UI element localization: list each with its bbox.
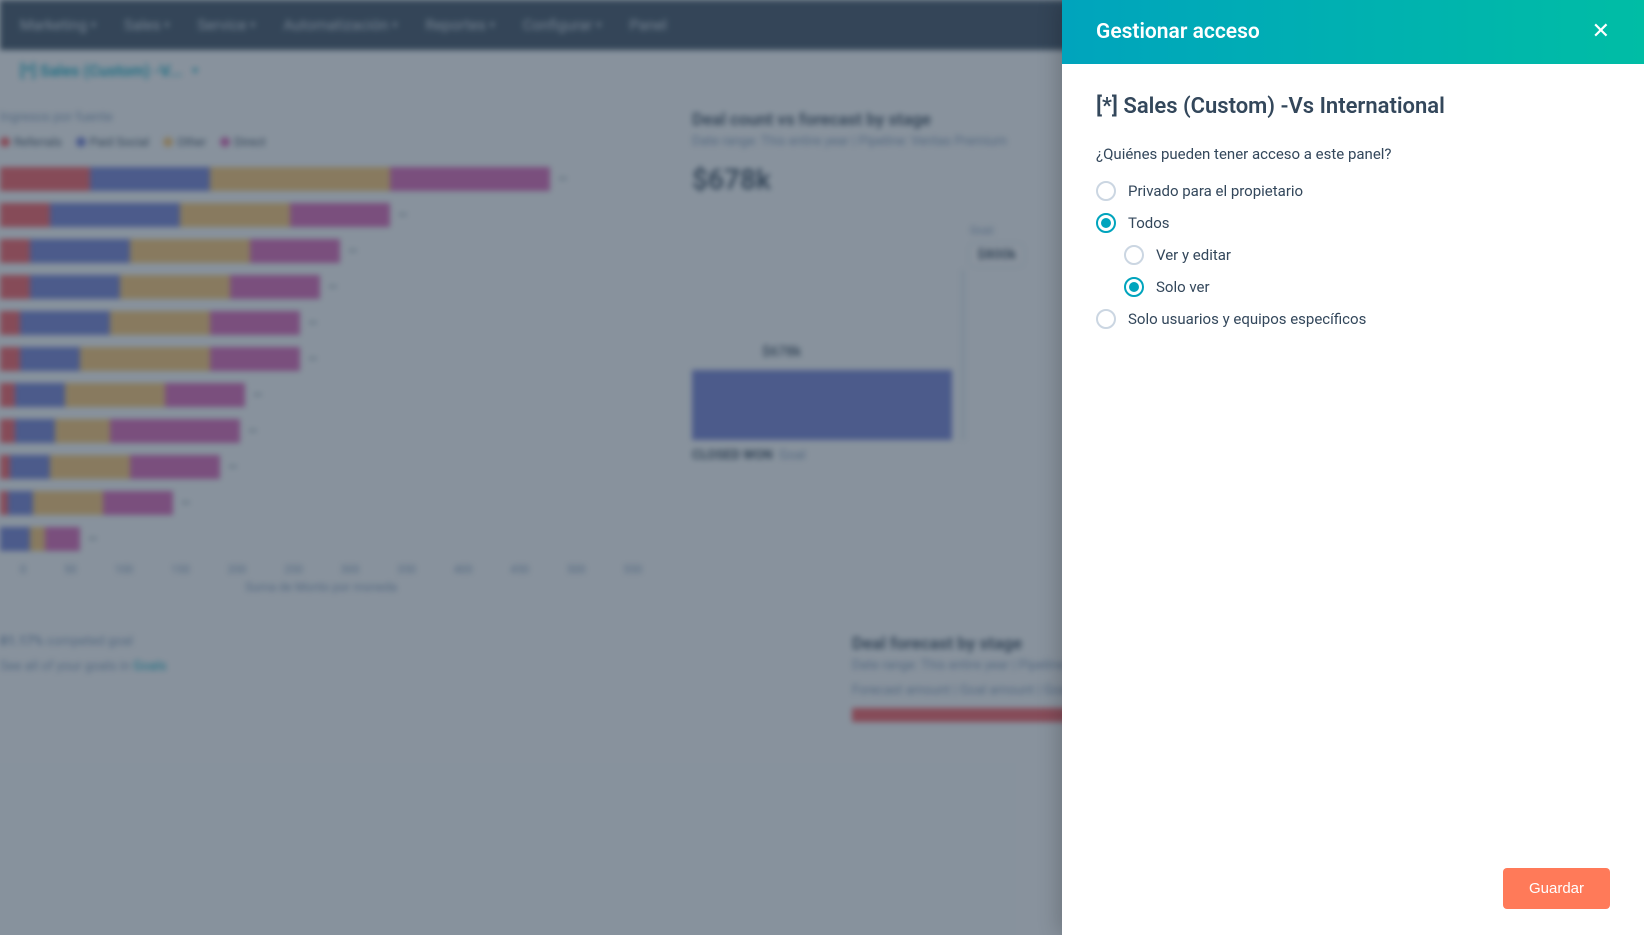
panel-footer: Guardar: [1062, 852, 1644, 935]
panel-title: Gestionar acceso: [1096, 20, 1260, 44]
radio-everyone[interactable]: Todos: [1096, 213, 1610, 233]
radio-icon: [1096, 213, 1116, 233]
close-icon[interactable]: ✕: [1592, 21, 1610, 43]
save-button[interactable]: Guardar: [1503, 868, 1610, 909]
panel-question: ¿Quiénes pueden tener acceso a este pane…: [1096, 145, 1610, 163]
radio-private-owner[interactable]: Privado para el propietario: [1096, 181, 1610, 201]
access-radio-group: Privado para el propietario Todos Ver y …: [1096, 181, 1610, 329]
radio-icon: [1124, 277, 1144, 297]
panel-body: [*] Sales (Custom) -Vs International ¿Qu…: [1062, 64, 1644, 852]
radio-view-and-edit[interactable]: Ver y editar: [1124, 245, 1610, 265]
panel-header: Gestionar acceso ✕: [1062, 0, 1644, 64]
radio-specific-users[interactable]: Solo usuarios y equipos específicos: [1096, 309, 1610, 329]
manage-access-panel: Gestionar acceso ✕ [*] Sales (Custom) -V…: [1062, 0, 1644, 935]
radio-view-only[interactable]: Solo ver: [1124, 277, 1610, 297]
radio-icon: [1124, 245, 1144, 265]
radio-icon: [1096, 181, 1116, 201]
radio-icon: [1096, 309, 1116, 329]
panel-object-title: [*] Sales (Custom) -Vs International: [1096, 94, 1610, 119]
